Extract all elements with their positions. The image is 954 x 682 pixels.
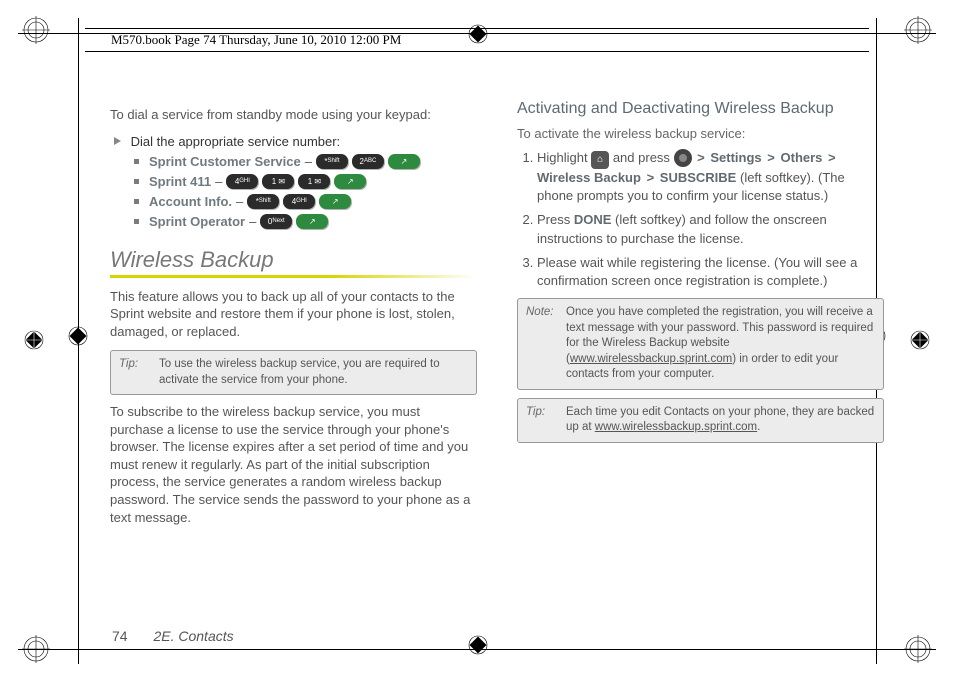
key-star-icon: * Shift <box>316 154 348 169</box>
chevron-right-icon: > <box>645 170 657 185</box>
service-sprint-customer: Sprint Customer Service – * Shift 2 ABC … <box>134 154 477 169</box>
reg-corner-tr <box>904 16 932 47</box>
home-icon: ⌂ <box>591 151 609 169</box>
step-1: Highlight ⌂ and press > Settings > Other… <box>537 149 884 205</box>
link-wirelessbackup[interactable]: www.wirelessbackup.sprint.com <box>570 353 732 365</box>
chevron-right-icon: > <box>765 150 777 165</box>
tip-body: To use the wireless backup service, you … <box>159 357 468 388</box>
note-label: Note: <box>526 305 560 383</box>
key-1-icon: 1 ✉ <box>262 174 294 189</box>
tip-body: Each time you edit Contacts on your phon… <box>566 405 875 436</box>
square-bullet-icon <box>134 179 139 184</box>
note-box-registration: Note: Once you have completed the regist… <box>517 298 884 390</box>
heading-underline <box>110 275 477 278</box>
reg-bottom <box>468 635 488 658</box>
service-sprint-operator: Sprint Operator – 0 Next ↗ <box>134 214 477 229</box>
wb-paragraph-1: This feature allows you to back up all o… <box>110 288 477 341</box>
tip-box-activate: Tip: To use the wireless backup service,… <box>110 350 477 395</box>
tip-box-backup: Tip: Each time you edit Contacts on your… <box>517 398 884 443</box>
activate-lead: To activate the wireless backup service: <box>517 126 884 141</box>
reg-right <box>910 330 930 353</box>
wb-paragraph-2: To subscribe to the wireless backup serv… <box>110 403 477 526</box>
service-number-list: Sprint Customer Service – * Shift 2 ABC … <box>134 154 477 229</box>
nav-key-icon <box>674 149 692 167</box>
running-header: M570.book Page 74 Thursday, June 10, 201… <box>85 28 869 52</box>
key-call-icon: ↗ <box>319 194 351 209</box>
key-0-icon: 0 Next <box>260 214 292 229</box>
reg-corner-br <box>904 635 932 666</box>
step-3: Please wait while registering the licens… <box>537 254 884 290</box>
reg-left2 <box>68 326 88 349</box>
reg-corner-tl <box>22 16 50 47</box>
activate-steps: Highlight ⌂ and press > Settings > Other… <box>517 149 884 290</box>
key-1-icon: 1 ✉ <box>298 174 330 189</box>
chevron-right-icon: > <box>826 150 838 165</box>
step-2: Press DONE (left softkey) and follow the… <box>537 211 884 247</box>
playhead-icon <box>114 137 121 145</box>
section-heading-wireless-backup: Wireless Backup <box>110 247 477 273</box>
subheading-activating: Activating and Deactivating Wireless Bac… <box>517 100 884 118</box>
note-body: Once you have completed the registration… <box>566 305 875 383</box>
dial-instruction: Dial the appropriate service number: <box>131 134 341 149</box>
key-call-icon: ↗ <box>296 214 328 229</box>
key-2-icon: 2 ABC <box>352 154 384 169</box>
key-call-icon: ↗ <box>388 154 420 169</box>
section-label: 2E. Contacts <box>153 628 233 644</box>
service-sprint-411: Sprint 411 – 4 GHI 1 ✉ 1 ✉ ↗ <box>134 174 477 189</box>
key-star-icon: * Shift <box>247 194 279 209</box>
intro-line: To dial a service from standby mode usin… <box>110 106 477 124</box>
reg-left <box>24 330 44 353</box>
square-bullet-icon <box>134 199 139 204</box>
square-bullet-icon <box>134 219 139 224</box>
tip-label: Tip: <box>526 405 560 436</box>
link-wirelessbackup[interactable]: www.wirelessbackup.sprint.com <box>595 421 757 433</box>
square-bullet-icon <box>134 159 139 164</box>
chevron-right-icon: > <box>695 150 707 165</box>
tip-label: Tip: <box>119 357 153 388</box>
header-text: M570.book Page 74 Thursday, June 10, 201… <box>111 32 401 47</box>
reg-corner-bl <box>22 635 50 666</box>
page-number: 74 <box>112 628 128 644</box>
key-call-icon: ↗ <box>334 174 366 189</box>
service-account-info: Account Info. – * Shift 4 GHI ↗ <box>134 194 477 209</box>
left-column: To dial a service from standby mode usin… <box>110 100 477 536</box>
key-4-icon: 4 GHI <box>226 174 258 189</box>
right-column: Activating and Deactivating Wireless Bac… <box>517 100 884 536</box>
key-4-icon: 4 GHI <box>283 194 315 209</box>
page-footer: 74 2E. Contacts <box>112 628 234 644</box>
